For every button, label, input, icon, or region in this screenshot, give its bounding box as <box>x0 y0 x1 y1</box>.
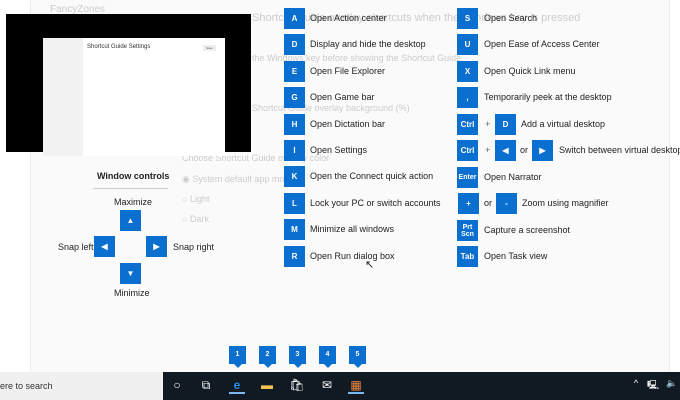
taskbar-badge: 5 <box>349 346 366 368</box>
theme-option-label: Light <box>189 194 210 204</box>
mail-icon[interactable]: ✉ <box>319 378 335 394</box>
shortcut-label: Open Narrator <box>484 172 542 182</box>
settings-window-preview: Shortcut Guide Settings Save <box>43 38 225 156</box>
shortcut-label: Switch between virtual desktops <box>559 145 680 155</box>
up-arrow-icon: ▲ <box>120 210 141 231</box>
shortcut-label: Open Ease of Access Center <box>484 39 600 49</box>
key-l: L <box>284 193 305 214</box>
key-enter: Enter <box>457 167 478 188</box>
right-arrow-icon: ▶ <box>146 236 167 257</box>
mouse-cursor-icon: ↖ <box>365 259 375 271</box>
theme-option: ◉ System default app mode <box>182 174 295 184</box>
shortcut-label: Open Quick Link menu <box>484 66 576 76</box>
taskbar-badge: 3 <box>289 346 306 368</box>
plus-sign: + <box>485 145 491 155</box>
snap-left-label: Snap left <box>58 242 94 252</box>
or-label: or <box>520 145 529 155</box>
key-h: H <box>284 114 305 135</box>
taskbar-badge: 4 <box>319 346 336 368</box>
taskbar-badge: 1 <box>229 346 246 368</box>
key-x: X <box>457 61 478 82</box>
minimize-label: Minimize <box>114 288 150 298</box>
left-arrow-icon: ◀ <box>495 140 516 161</box>
left-arrow-icon: ◀ <box>94 236 115 257</box>
network-icon[interactable]: 🖳 <box>645 378 661 394</box>
maximize-label: Maximize <box>114 197 153 207</box>
store-icon[interactable]: 🛍 <box>289 378 305 394</box>
key-r: R <box>284 246 305 267</box>
theme-option-label: Dark <box>189 214 209 224</box>
shortcut-label: Capture a screenshot <box>484 225 571 235</box>
taskbar-badge: 2 <box>259 346 276 368</box>
key-ctrl: Ctrl <box>457 114 478 135</box>
key-d: D <box>284 34 305 55</box>
shortcut-label: Open Run dialog box <box>310 251 395 261</box>
shortcut-label: Display and hide the desktop <box>310 39 426 49</box>
shortcut-label: Open File Explorer <box>310 66 386 76</box>
cortana-icon[interactable]: ○ <box>169 378 185 394</box>
shortcut-label: Open Task view <box>484 251 548 261</box>
search-box[interactable]: ere to search <box>0 372 163 400</box>
chevron-up-icon[interactable]: ^ <box>628 378 644 394</box>
key-a: A <box>284 8 305 29</box>
down-arrow-icon: ▼ <box>120 263 141 284</box>
key-ctrl: Ctrl <box>457 140 478 161</box>
key-comma: , <box>457 87 478 108</box>
key-m: M <box>284 219 305 240</box>
theme-option: ○ Dark <box>182 214 209 224</box>
shortcut-label: Open Game bar <box>310 92 375 102</box>
volume-icon[interactable]: 🔈 <box>664 378 680 394</box>
key-u: U <box>457 34 478 55</box>
shortcut-label: Lock your PC or switch accounts <box>310 198 441 208</box>
key-g: G <box>284 87 305 108</box>
snap-right-label: Snap right <box>173 242 215 252</box>
shortcut-label: Temporarily peek at the desktop <box>484 92 612 102</box>
shortcut-label: Zoom using magnifier <box>522 198 609 208</box>
window-controls-title: Window controls <box>97 171 170 181</box>
or-label: or <box>484 198 493 208</box>
shortcut-label: Open the Connect quick action <box>310 171 434 181</box>
shortcut-label: Minimize all windows <box>310 224 395 234</box>
shortcut-label: Open Settings <box>310 145 368 155</box>
shortcut-label: Open Dictation bar <box>310 119 386 129</box>
shortcut-label: Open Action center <box>310 13 387 23</box>
task-view-icon[interactable]: ⧉ <box>198 378 214 394</box>
shortcut-label: Add a virtual desktop <box>521 119 606 129</box>
file-explorer-icon[interactable]: ▬ <box>259 378 275 394</box>
key-plus: + <box>458 193 479 214</box>
app-icon[interactable]: ▦ <box>348 378 364 394</box>
key-s: S <box>457 8 478 29</box>
preview-save: Save <box>203 45 216 51</box>
plus-sign: + <box>485 119 491 129</box>
key-minus: - <box>496 193 517 214</box>
key-e: E <box>284 61 305 82</box>
theme-option-label: System default app mode <box>192 174 295 184</box>
opacity-hint: Shortcut Guide overlay background (%) <box>252 103 410 113</box>
key-prtscn: Prt Scn <box>457 220 478 241</box>
key-k: K <box>284 166 305 187</box>
key-i: I <box>284 140 305 161</box>
preview-sidebar <box>43 38 83 156</box>
theme-option: ○ Light <box>182 194 210 204</box>
shortcut-label: Open Search <box>484 13 538 23</box>
preview-title: Shortcut Guide Settings <box>87 44 151 50</box>
taskbar: ere to search ○ ⧉ e ▬ 🛍 ✉ ▦ ^ 🖳 🔈 <box>0 372 680 400</box>
key-tab: Tab <box>457 246 478 267</box>
right-arrow-icon: ▶ <box>532 140 553 161</box>
window-thumbnail[interactable]: Shortcut Guide Settings Save <box>6 14 251 156</box>
key-d: D <box>495 114 516 135</box>
edge-icon[interactable]: e <box>229 378 245 394</box>
divider <box>93 188 168 189</box>
